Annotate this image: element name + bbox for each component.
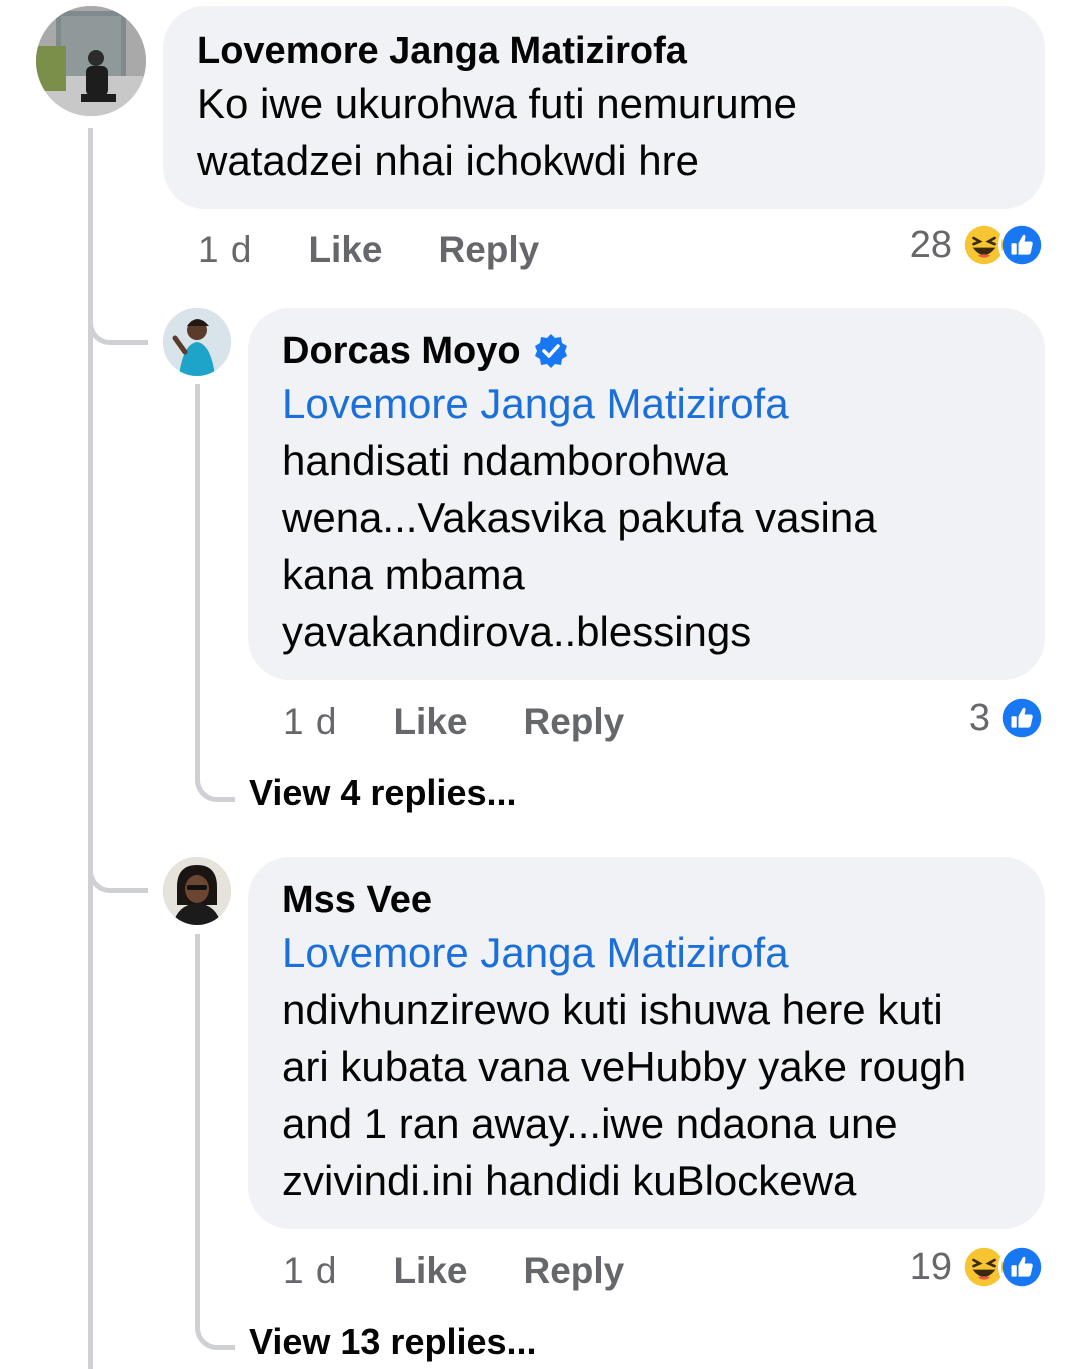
reply-bubble: Dorcas Moyo Lovemore Janga Matizirofa ha… [248, 308, 1045, 680]
reply-text-line: ari kubata vana veHubby yake rough [282, 1043, 967, 1090]
reply-author-name: Dorcas Moyo [282, 330, 521, 372]
reaction-summary[interactable]: 19 [910, 1243, 1046, 1291]
reply-timestamp[interactable]: 1 d [283, 701, 337, 743]
like-button[interactable]: Like [393, 701, 467, 743]
view-replies-link[interactable]: View 4 replies... [249, 772, 517, 814]
like-icon [998, 694, 1046, 742]
reply-text-line: wena...Vakasvika pakufa vasina [282, 494, 877, 541]
reply-actions: 1 d Like Reply [283, 1247, 624, 1295]
avatar[interactable] [163, 857, 231, 925]
comment-timestamp[interactable]: 1 d [198, 229, 252, 271]
reply-actions: 1 d Like Reply [283, 698, 624, 746]
reply-text-line: yavakandirova..blessings [282, 608, 752, 655]
thread-elbow-view-replies-2 [195, 1300, 235, 1350]
comment-text-line: Ko iwe ukurohwa futi nemurume [197, 80, 797, 127]
reply-text-line: kana mbama [282, 551, 525, 598]
reply-button[interactable]: Reply [523, 701, 624, 743]
reply-bubble: Mss Vee Lovemore Janga Matizirofa ndivhu… [248, 857, 1045, 1229]
reply-button[interactable]: Reply [523, 1250, 624, 1292]
profile-photo-icon [36, 6, 146, 116]
reply-text-line: zvivindi.ini handidi kuBlockewa [282, 1157, 857, 1204]
comment-actions: 1 d Like Reply [198, 226, 539, 274]
thread-elbow-reply-1 [88, 290, 148, 345]
view-replies-link[interactable]: View 13 replies... [249, 1321, 537, 1363]
mention-link[interactable]: Lovemore Janga Matizirofa [282, 924, 1011, 981]
reaction-count: 19 [909, 1245, 952, 1288]
verified-badge-icon [534, 334, 567, 368]
like-icon [998, 1243, 1046, 1291]
reply-text-line: ndivhunzirewo kuti ishuwa here kuti [282, 986, 943, 1033]
comment-text-line: watadzei nhai ichokwdi hre [197, 137, 699, 184]
reaction-count: 28 [909, 223, 952, 266]
thread-line-reply-2 [195, 934, 200, 1304]
reply-author[interactable]: Mss Vee [282, 876, 1011, 924]
like-button[interactable]: Like [393, 1250, 467, 1292]
avatar[interactable] [36, 6, 146, 116]
like-icon [998, 221, 1046, 269]
reply-text-line: and 1 ran away...iwe ndaona une [282, 1100, 898, 1147]
reaction-summary[interactable]: 28 [910, 221, 1046, 269]
like-button[interactable]: Like [308, 229, 382, 271]
thread-line-reply-1 [195, 384, 200, 754]
reply-author-name: Mss Vee [282, 879, 432, 921]
comment-author[interactable]: Lovemore Janga Matizirofa [197, 27, 1011, 75]
mention-link[interactable]: Lovemore Janga Matizirofa [282, 375, 1011, 432]
profile-photo-icon [163, 857, 231, 925]
reply-button[interactable]: Reply [438, 229, 539, 271]
thread-elbow-view-replies-1 [195, 752, 235, 802]
reply-author[interactable]: Dorcas Moyo [282, 327, 1011, 375]
comment-bubble: Lovemore Janga Matizirofa Ko iwe ukurohw… [163, 6, 1045, 209]
reaction-summary[interactable]: 3 [969, 694, 1046, 742]
reply-text-line: handisati ndamborohwa [282, 437, 728, 484]
avatar[interactable] [163, 308, 231, 376]
reply-timestamp[interactable]: 1 d [283, 1250, 337, 1292]
thread-elbow-reply-2 [88, 838, 148, 893]
reaction-count: 3 [968, 696, 990, 739]
profile-photo-icon [163, 308, 231, 376]
